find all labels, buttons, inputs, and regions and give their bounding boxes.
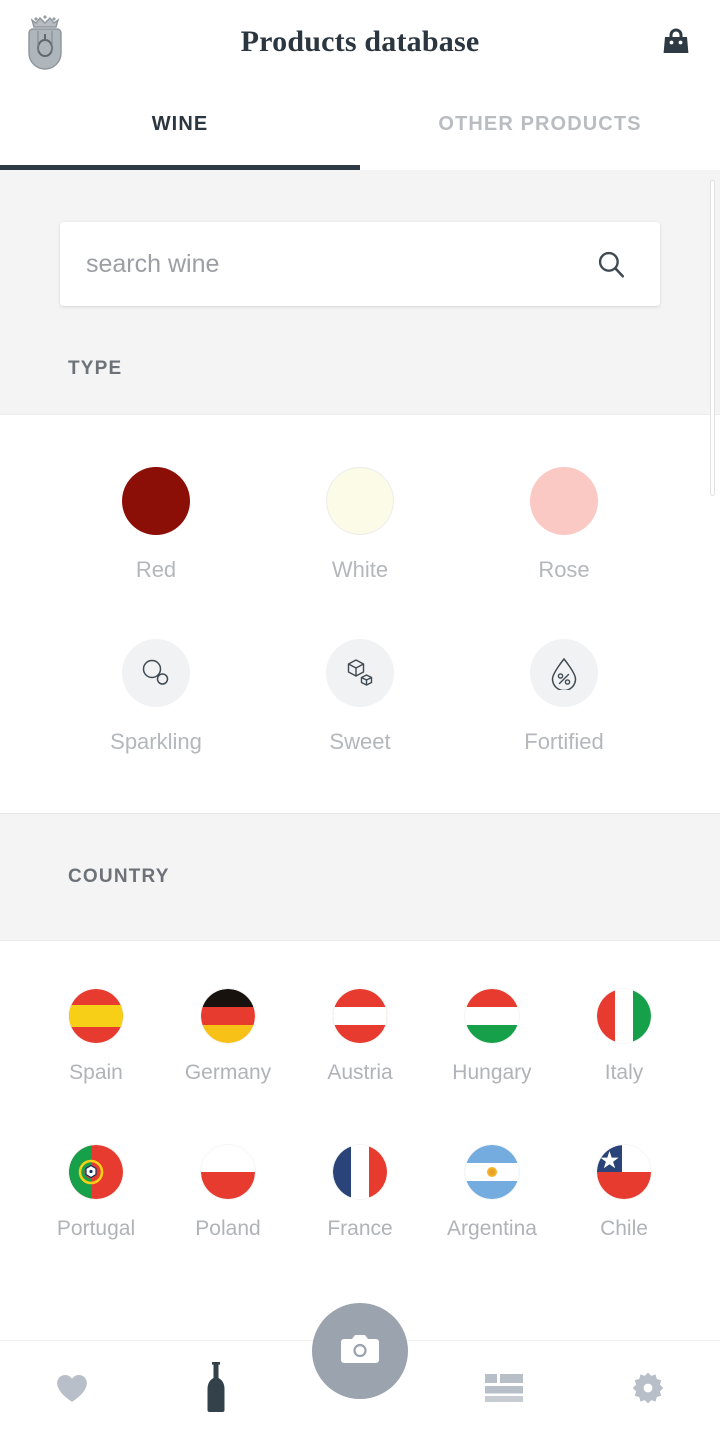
flag-italy-icon [597,989,651,1043]
tab-other-products-label: OTHER PRODUCTS [438,112,642,135]
country-option-argentina[interactable]: Argentina [426,1145,558,1241]
country-option-france[interactable]: France [294,1145,426,1241]
filter-scroll-area[interactable]: TYPE Red White Rose [0,170,720,1340]
country-option-italy[interactable]: Italy [558,989,690,1085]
flag-chile-icon [597,1145,651,1199]
country-label-spain: Spain [69,1061,123,1084]
nav-favorites[interactable] [0,1341,144,1440]
type-grid: Red White Rose Sparkling Sweet Fortified [54,415,666,813]
list-icon [485,1372,523,1409]
country-label-austria: Austria [327,1061,393,1084]
country-label-portugal: Portugal [56,1217,136,1240]
flag-spain-icon [69,989,123,1043]
country-option-chile[interactable]: Chile [558,1145,690,1241]
country-label-chile: Chile [600,1217,648,1240]
flag-austria-icon [333,989,387,1043]
country-option-austria[interactable]: Austria [294,989,426,1085]
heart-icon [55,1372,89,1409]
tab-wine[interactable]: WINE [0,84,360,170]
country-label-germany: Germany [184,1061,272,1084]
vertical-scrollbar[interactable] [710,180,715,496]
flag-portugal-icon [69,1145,123,1199]
camera-fab-button[interactable] [312,1303,408,1399]
flag-germany-icon [201,989,255,1043]
white-wine-swatch [326,467,394,535]
flag-hungary-icon [465,989,519,1043]
flag-france-icon [333,1145,387,1199]
type-label-white: White [331,557,389,582]
country-grid: Spain Germany Austria Hungary Italy Port… [30,941,690,1271]
nav-settings[interactable] [576,1341,720,1440]
country-section-header: COUNTRY [0,813,720,941]
red-wine-swatch [122,467,190,535]
country-label-poland: Poland [195,1217,261,1240]
type-label-red: Red [135,557,177,582]
nav-wine[interactable] [144,1341,288,1440]
country-option-poland[interactable]: Poland [162,1145,294,1241]
bottom-navigation-bar [0,1303,720,1440]
tab-other-products[interactable]: OTHER PRODUCTS [360,84,720,170]
type-option-white[interactable]: White [258,467,462,583]
type-option-sweet[interactable]: Sweet [258,639,462,755]
country-label-hungary: Hungary [452,1061,532,1084]
search-bar[interactable] [60,222,660,306]
country-label-italy: Italy [604,1061,644,1084]
type-option-rose[interactable]: Rose [462,467,666,583]
type-label-rose: Rose [538,557,590,582]
bubbles-icon [122,639,190,707]
type-option-red[interactable]: Red [54,467,258,583]
flag-poland-icon [201,1145,255,1199]
country-option-spain[interactable]: Spain [30,989,162,1085]
search-section: TYPE [0,170,720,415]
sugar-cubes-icon [326,639,394,707]
country-label-france: France [327,1217,393,1240]
gear-icon [631,1371,665,1410]
country-label-argentina: Argentina [447,1217,537,1240]
tab-wine-label: WINE [151,112,209,135]
nav-list[interactable] [432,1341,576,1440]
country-option-hungary[interactable]: Hungary [426,989,558,1085]
country-option-portugal[interactable]: Portugal [30,1145,162,1241]
country-section-label: COUNTRY [68,866,170,887]
crest-logo-icon[interactable] [22,14,68,70]
tab-bar: WINE OTHER PRODUCTS [0,84,720,175]
type-option-fortified[interactable]: Fortified [462,639,666,755]
type-label-fortified: Fortified [524,729,604,754]
rose-wine-swatch [530,467,598,535]
type-label-sweet: Sweet [329,729,391,754]
search-icon[interactable] [588,241,634,287]
camera-icon [340,1332,380,1371]
type-label-sparkling: Sparkling [110,729,202,754]
page-title: Products database [240,25,480,58]
flag-argentina-icon [465,1145,519,1199]
search-input[interactable] [86,249,588,279]
bottle-icon [204,1362,228,1419]
droplet-percent-icon [530,639,598,707]
shopping-bag-icon[interactable] [654,20,698,64]
app-bar: Products database [0,0,720,84]
country-option-germany[interactable]: Germany [162,989,294,1085]
type-option-sparkling[interactable]: Sparkling [54,639,258,755]
type-section-label: TYPE [68,358,123,379]
app-root: Products database WINE OTHER PRODUCTS se… [0,0,720,1440]
